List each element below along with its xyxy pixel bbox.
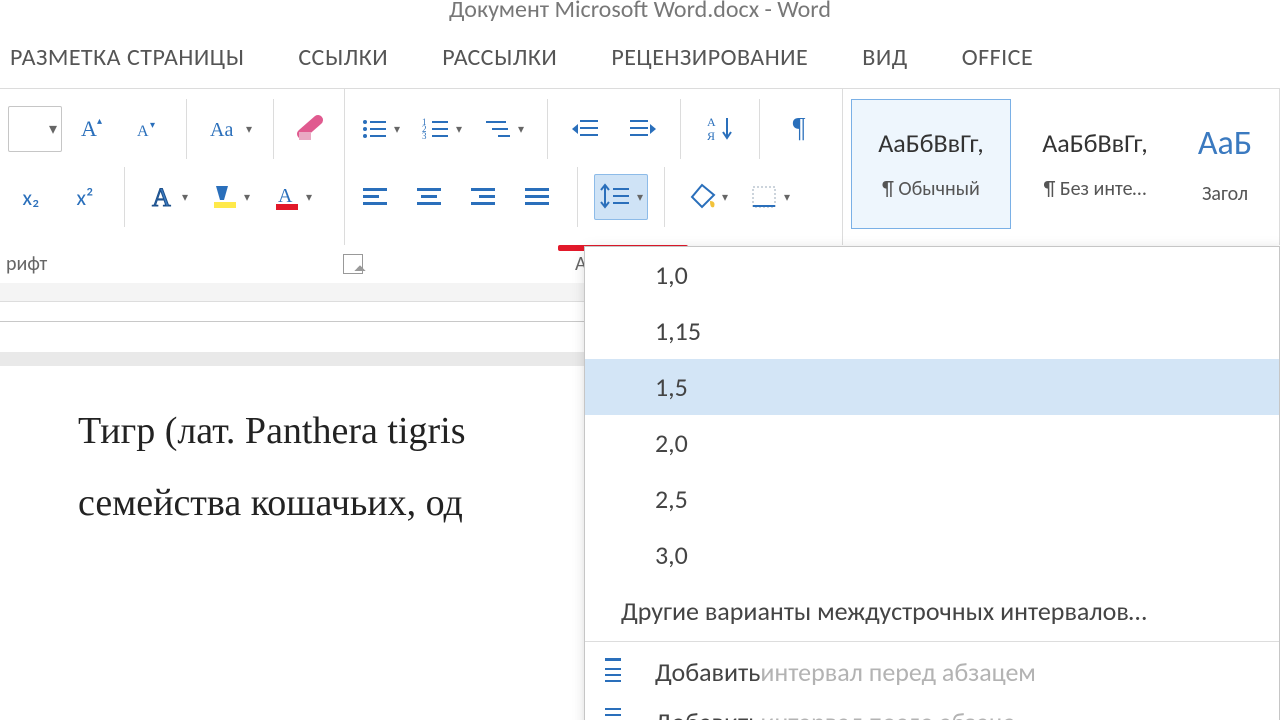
spacing-option[interactable]: 1,15 [585, 303, 1279, 359]
separator [759, 99, 760, 159]
svg-text:Я: Я [707, 129, 715, 143]
separator [577, 167, 578, 227]
svg-text:А: А [707, 115, 716, 129]
menu-separator [585, 641, 1279, 642]
clear-formatting-icon[interactable] [290, 106, 336, 152]
add-space-after-icon [599, 706, 631, 720]
style-heading[interactable]: АаБ Загол [1179, 99, 1271, 229]
add-space-before-icon [599, 656, 631, 688]
tab-page-layout[interactable]: РАЗМЕТКА СТРАНИЦЫ [10, 43, 244, 72]
text-effects-icon[interactable]: A▾ [141, 174, 195, 220]
svg-text:A: A [137, 123, 149, 140]
style-no-spacing[interactable]: АаБбВвГг, ¶ Без инте… [1015, 99, 1175, 229]
style-normal[interactable]: АаБбВвГг, ¶ Обычный [851, 99, 1011, 229]
style-label: Загол [1202, 182, 1248, 206]
line-spacing-menu: 1,0 1,15 1,5 2,0 2,5 3,0 Другие варианты… [584, 246, 1280, 720]
line-spacing-button[interactable]: ▾ [594, 174, 648, 220]
window-title: Документ Microsoft Word.docx - Word [0, 0, 1280, 26]
style-preview: АаБбВвГг, [878, 127, 984, 159]
ribbon-tabs: РАЗМЕТКА СТРАНИЦЫ ССЫЛКИ РАССЫЛКИ РЕЦЕНЗ… [0, 26, 1280, 88]
separator [664, 167, 665, 227]
subscript-icon[interactable]: x₂ [8, 174, 54, 220]
numbering-icon[interactable]: 123▾ [415, 106, 469, 152]
separator [547, 99, 548, 159]
separator [680, 99, 681, 159]
ribbon: ▾ A▴ A▾ Aa▾ x₂ x² A▾ ▾ [0, 88, 1280, 245]
style-preview: АаБ [1198, 123, 1252, 164]
spacing-option[interactable]: 1,0 [585, 247, 1279, 303]
spacing-add-before[interactable]: Добавить интервал перед абзацем [585, 644, 1279, 700]
separator [273, 99, 274, 159]
spacing-option[interactable]: 3,0 [585, 527, 1279, 583]
style-label: ¶ Без инте… [1044, 177, 1147, 201]
shrink-font-icon[interactable]: A▾ [124, 106, 170, 152]
increase-indent-icon[interactable] [618, 106, 664, 152]
font-color-icon[interactable]: A▾ [265, 174, 319, 220]
svg-text:▴: ▴ [97, 116, 102, 127]
label-prefix: Добавить [655, 706, 760, 720]
label-suffix: интервал после абзаца [760, 706, 1015, 720]
tab-references[interactable]: ССЫЛКИ [298, 43, 388, 72]
svg-text:A: A [81, 116, 97, 141]
spacing-more[interactable]: Другие варианты междустрочных интервалов… [585, 583, 1279, 639]
group-font-label: рифт [6, 252, 47, 276]
tab-office[interactable]: OFFICE [962, 43, 1034, 72]
label-prefix: Добавить [655, 656, 760, 688]
svg-text:Aa: Aa [210, 119, 233, 141]
sort-icon[interactable]: АЯ [697, 106, 743, 152]
justify-icon[interactable] [515, 174, 561, 220]
spacing-option[interactable]: 1,5 [585, 359, 1279, 415]
highlight-icon[interactable]: ▾ [203, 174, 257, 220]
style-preview: АаБбВвГг, [1042, 127, 1148, 159]
separator [124, 167, 125, 227]
group-font: ▾ A▴ A▾ Aa▾ x₂ x² A▾ ▾ [0, 89, 345, 245]
separator [186, 99, 187, 159]
show-marks-icon[interactable]: ¶ [776, 106, 822, 152]
grow-font-icon[interactable]: A▴ [70, 106, 116, 152]
tab-view[interactable]: ВИД [862, 43, 907, 72]
group-styles: АаБбВвГг, ¶ Обычный АаБбВвГг, ¶ Без инте… [843, 89, 1280, 245]
spacing-add-after[interactable]: Добавить интервал после абзаца [585, 700, 1279, 720]
change-case-icon[interactable]: Aa▾ [203, 106, 257, 152]
svg-text:▾: ▾ [150, 120, 155, 131]
multilevel-list-icon[interactable]: ▾ [477, 106, 531, 152]
label-suffix: интервал перед абзацем [760, 656, 1036, 688]
align-left-icon[interactable] [353, 174, 399, 220]
group-paragraph: ▾ 123▾ ▾ АЯ ¶ [345, 89, 843, 245]
svg-text:A: A [278, 185, 293, 207]
align-right-icon[interactable] [461, 174, 507, 220]
style-label: ¶ Обычный [882, 177, 980, 201]
tab-review[interactable]: РЕЦЕНЗИРОВАНИЕ [611, 43, 808, 72]
align-center-icon[interactable] [407, 174, 453, 220]
dialog-launcher-icon[interactable] [343, 254, 363, 274]
tab-mailings[interactable]: РАССЫЛКИ [442, 43, 557, 72]
font-size-combo[interactable]: ▾ [8, 106, 62, 152]
borders-icon[interactable]: ▾ [743, 174, 797, 220]
shading-icon[interactable]: ▾ [681, 174, 735, 220]
decrease-indent-icon[interactable] [564, 106, 610, 152]
spacing-option[interactable]: 2,5 [585, 471, 1279, 527]
svg-text:A: A [152, 183, 171, 212]
bullets-icon[interactable]: ▾ [353, 106, 407, 152]
spacing-option[interactable]: 2,0 [585, 415, 1279, 471]
group-font-launcher[interactable]: рифт [0, 247, 369, 281]
superscript-icon[interactable]: x² [62, 174, 108, 220]
svg-text:3: 3 [422, 131, 427, 141]
